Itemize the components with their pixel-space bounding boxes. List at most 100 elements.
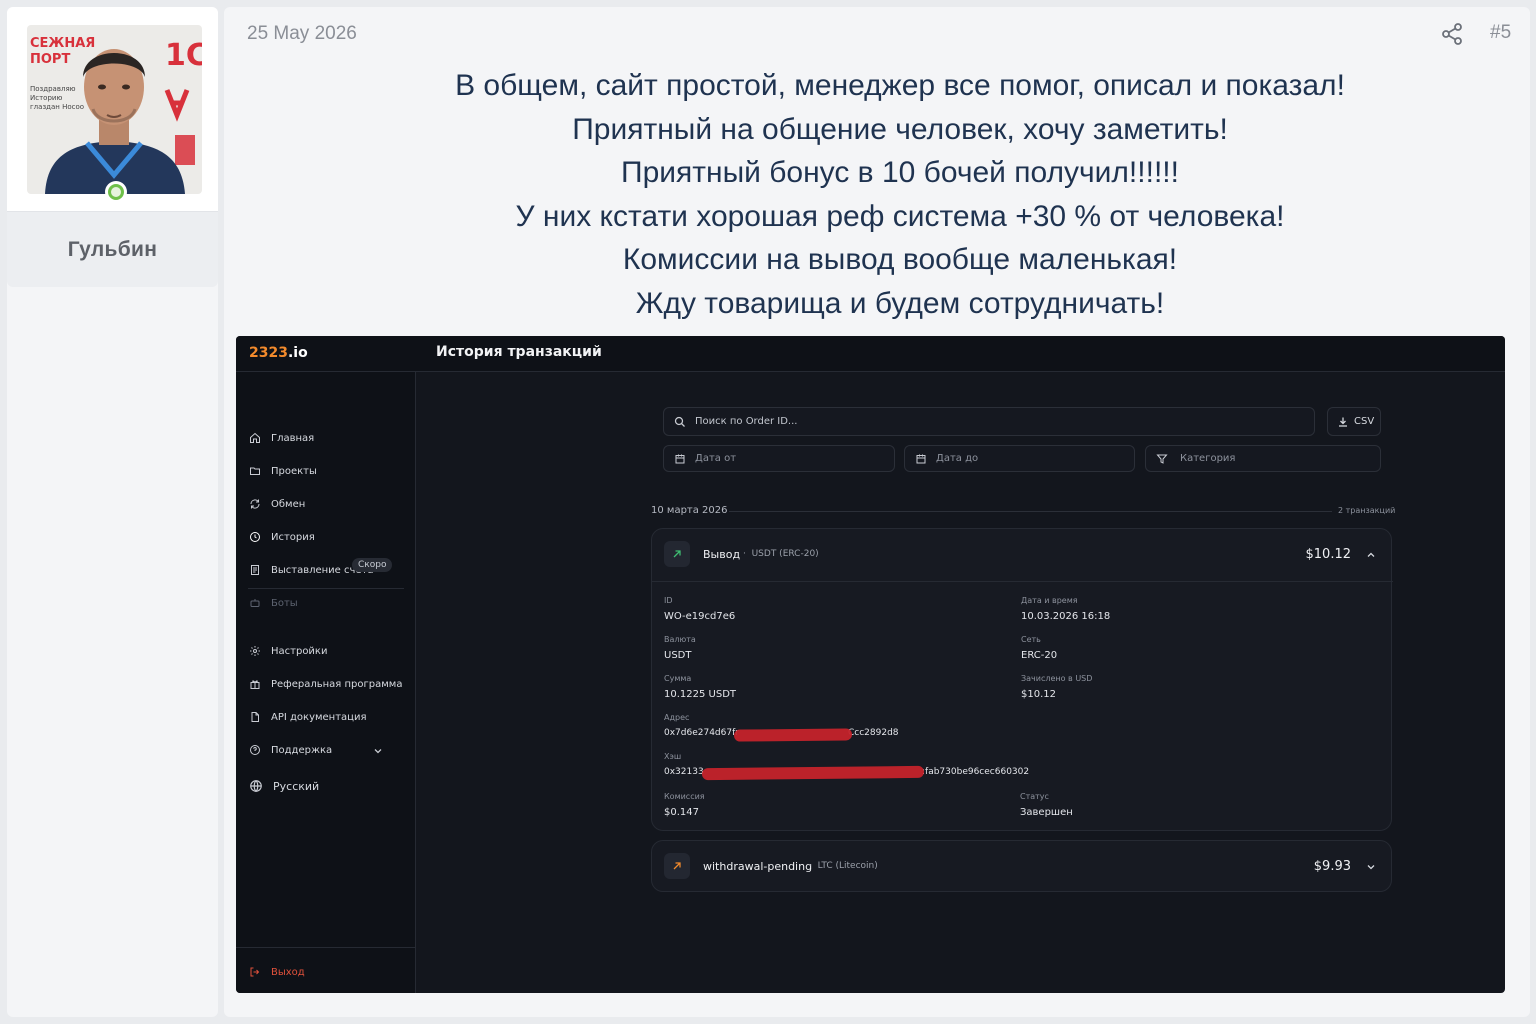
- category-select[interactable]: Категория: [1145, 445, 1381, 472]
- chevron-down-icon[interactable]: [1365, 861, 1377, 873]
- tx-network: · LTC (Litecoin): [809, 861, 878, 871]
- logout-button[interactable]: Выход: [249, 966, 305, 978]
- day-group-divider: [729, 511, 1332, 512]
- globe-icon: [250, 780, 262, 793]
- nav-item-exchange[interactable]: Обмен: [249, 498, 305, 510]
- chevron-down-icon[interactable]: [372, 745, 384, 757]
- detail-credited: $10.12: [1021, 689, 1056, 700]
- detail-label: Комиссия: [664, 792, 705, 801]
- bot-icon: [250, 599, 260, 607]
- nav-label: Проекты: [271, 465, 317, 477]
- logout-icon: [250, 967, 260, 977]
- detail-fee: $0.147: [664, 807, 699, 818]
- category-placeholder: Категория: [1180, 453, 1236, 464]
- post-number[interactable]: #5: [1490, 22, 1511, 44]
- nav-item-support[interactable]: Поддержка: [249, 744, 332, 756]
- coming-soon-badge: Скоро: [352, 558, 393, 572]
- detail-label: Сумма: [664, 674, 692, 683]
- detail-status: Завершен: [1020, 807, 1073, 818]
- logout-label: Выход: [271, 966, 305, 978]
- detail-id: WO-e19cd7e6: [664, 611, 736, 622]
- detail-label: Дата и время: [1021, 596, 1078, 605]
- download-icon: [1339, 417, 1347, 427]
- invoice-icon: [251, 565, 259, 575]
- avatar-backdrop-text: Историю: [30, 94, 62, 102]
- csv-label: CSV: [1354, 416, 1375, 427]
- nav-item-bots: Боты: [249, 597, 298, 609]
- tx-type: Вывод: [703, 548, 741, 561]
- tx-amount: $10.12: [1305, 547, 1352, 562]
- gear-icon: [250, 646, 260, 656]
- transaction-card: withdrawal-pending · LTC (Litecoin) $9.9…: [651, 840, 1392, 892]
- home-icon: [250, 432, 260, 443]
- nav-item-projects[interactable]: Проекты: [249, 465, 317, 477]
- detail-hash-start: 0x32133: [664, 767, 704, 777]
- post-line: Комиссии на вывод вообще маленькая!: [622, 243, 1178, 276]
- avatar-backdrop-text: Поздравляю: [30, 85, 76, 93]
- tx-direction-icon: [664, 853, 690, 879]
- transaction-header[interactable]: withdrawal-pending · LTC (Litecoin) $9.9…: [652, 841, 1393, 893]
- page-title: История транзакций: [436, 344, 602, 360]
- tx-type: withdrawal-pending: [703, 860, 813, 873]
- detail-address-end: Ccc2892d8: [848, 728, 899, 738]
- sidebar-divider: [236, 947, 416, 948]
- referral-icon: [250, 680, 260, 689]
- nav-label: История: [271, 531, 315, 543]
- share-icon[interactable]: [1440, 22, 1464, 46]
- nav-item-referral[interactable]: Реферальная программа: [249, 678, 402, 690]
- nav-label: Боты: [271, 597, 298, 609]
- app-main: Поиск по Order ID... CSV Дата от Дата до…: [417, 373, 1505, 993]
- nav-label: Реферальная программа: [271, 678, 403, 690]
- detail-label: Хэш: [664, 752, 682, 761]
- avatar-backdrop-text: ПОРТ: [30, 52, 70, 67]
- post-line: Приятный на общение человек, хочу замети…: [572, 112, 1228, 146]
- detail-currency: USDT: [664, 650, 692, 661]
- post-date[interactable]: 25 May 2026: [247, 23, 357, 45]
- post-line: Приятный бонус в 10 бочей получил!!!!!!: [621, 156, 1179, 189]
- redaction-mark: [701, 765, 925, 781]
- post-body: В общем, сайт простой, менеджер все помо…: [224, 64, 1536, 325]
- detail-address-start: 0x7d6e274d67fr: [664, 728, 739, 738]
- chevron-up-icon[interactable]: [1365, 549, 1377, 561]
- nav-label: API документация: [271, 711, 367, 723]
- document-icon: [251, 712, 259, 722]
- user-card: СЕЖНАЯ ПОРТ 1С Поздравляю Историю глазда…: [7, 7, 218, 1017]
- filter-icon: [1156, 454, 1168, 464]
- nav-label: Обмен: [271, 498, 306, 510]
- detail-sum: 10.1225 USDT: [664, 689, 737, 700]
- embedded-screenshot: 2323.io История транзакций Главная Проек…: [236, 336, 1505, 993]
- nav-item-api-docs[interactable]: API документация: [249, 711, 367, 723]
- transaction-header[interactable]: Вывод · USDT (ERC-20) $10.12: [652, 529, 1393, 581]
- detail-label: Адрес: [664, 713, 690, 722]
- nav-item-home[interactable]: Главная: [249, 432, 314, 444]
- detail-label: Валюта: [664, 635, 696, 644]
- search-icon: [674, 416, 685, 427]
- date-from-input[interactable]: Дата от: [663, 445, 895, 472]
- app-topbar: 2323.io История транзакций: [236, 336, 1505, 372]
- post-line: У них кстати хорошая реф система +30 % о…: [515, 199, 1285, 233]
- sidebar-divider: [248, 588, 404, 589]
- detail-label: Статус: [1020, 792, 1049, 801]
- app-sidebar: Главная Проекты Обмен История Выставлени…: [236, 372, 416, 993]
- detail-label: Сеть: [1021, 635, 1041, 644]
- nav-item-settings[interactable]: Настройки: [249, 645, 327, 657]
- detail-datetime: 10.03.2026 16:18: [1021, 611, 1111, 622]
- search-placeholder: Поиск по Order ID...: [695, 416, 798, 427]
- avatar[interactable]: СЕЖНАЯ ПОРТ 1С Поздравляю Историю глазда…: [27, 25, 202, 194]
- nav-item-history[interactable]: История: [249, 531, 315, 543]
- detail-label: ID: [664, 596, 673, 605]
- search-input[interactable]: Поиск по Order ID...: [663, 407, 1315, 436]
- tx-amount: $9.93: [1313, 859, 1351, 874]
- csv-export-button[interactable]: CSV: [1327, 407, 1381, 436]
- user-name-box: Гульбин: [7, 212, 218, 287]
- nav-label: Поддержка: [271, 744, 333, 756]
- username[interactable]: Гульбин: [68, 238, 157, 262]
- language-select[interactable]: Русский: [249, 779, 319, 793]
- calendar-icon: [675, 454, 685, 463]
- nav-label: Настройки: [271, 645, 328, 657]
- post-line: Жду товарища и будем сотрудничать!: [635, 286, 1165, 320]
- brand-logo[interactable]: 2323.io: [249, 345, 308, 361]
- post-line: В общем, сайт простой, менеджер все помо…: [455, 69, 1345, 102]
- day-group-label: 10 марта 2026: [651, 505, 728, 516]
- date-to-input[interactable]: Дата до: [904, 445, 1135, 472]
